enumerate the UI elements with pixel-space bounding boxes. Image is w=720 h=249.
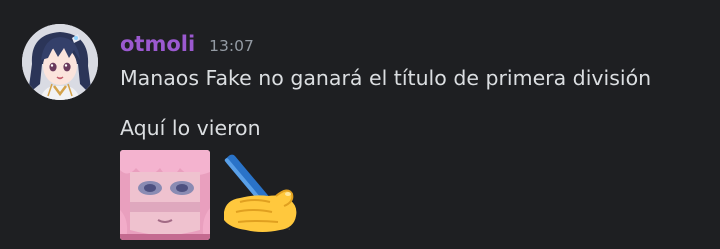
timestamp[interactable]: 13:07: [209, 32, 254, 60]
user-avatar[interactable]: [22, 24, 98, 100]
message-header: otmoli 13:07: [120, 30, 254, 60]
username[interactable]: otmoli: [120, 30, 195, 58]
message-text-line: Aquí lo vieron: [120, 116, 261, 140]
message-text-line: Manaos Fake no ganará el título de prime…: [120, 66, 652, 90]
anime-girl-avatar-icon: [22, 24, 98, 100]
chat-message: otmoli 13:07 Manaos Fake no ganará el tí…: [0, 0, 720, 249]
writing-hand-emoji-icon[interactable]: [216, 150, 308, 242]
emoji-row: [120, 150, 308, 242]
pink-hair-peeking-emoji-icon[interactable]: [120, 150, 210, 240]
